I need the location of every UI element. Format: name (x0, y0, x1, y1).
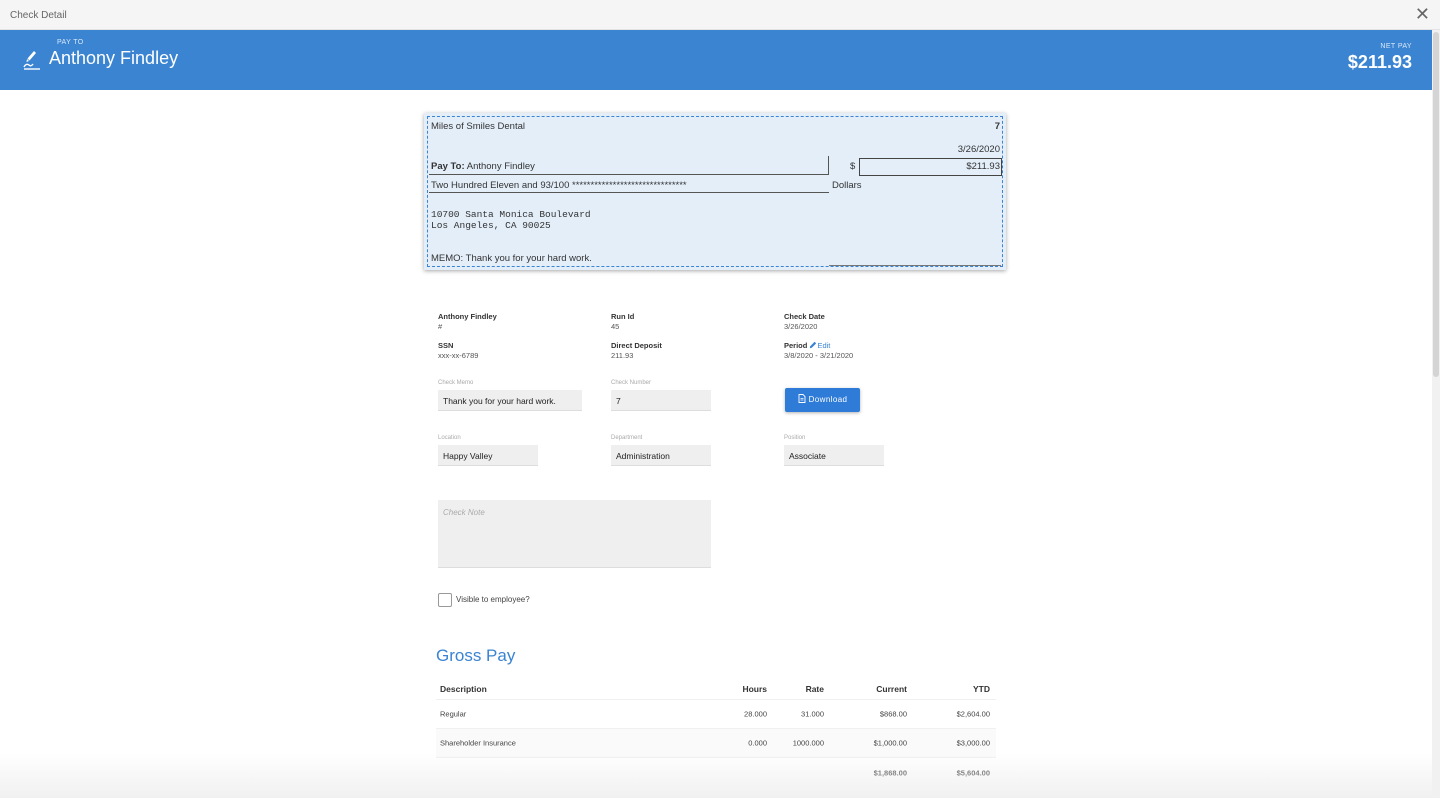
pay-header: PAY TO Anthony Findley NET PAY $211.93 (0, 30, 1432, 90)
position-field[interactable]: Associate (784, 445, 884, 466)
check-dollars-label: Dollars (832, 180, 862, 191)
check-amount-words: Two Hundred Eleven and 93/100 **********… (431, 180, 687, 191)
net-pay-label: NET PAY (1380, 43, 1412, 50)
address-line-2: Los Angeles, CA 90025 (431, 220, 551, 231)
location-label: Location (438, 435, 461, 441)
period-label: Period (784, 341, 808, 350)
row-current: $868.00 (879, 709, 907, 719)
row-description: Shareholder Insurance (440, 738, 516, 748)
col-ytd: YTD (973, 683, 990, 694)
ssn-label: SSN (438, 341, 454, 350)
check-number-label: Check Number (611, 380, 652, 386)
total-ytd: $5,604.00 (956, 768, 990, 777)
row-current: $1,000.00 (873, 738, 907, 748)
col-hours: Hours (742, 683, 767, 694)
close-icon[interactable]: ✕ (1415, 5, 1430, 23)
window-title: Check Detail (10, 10, 67, 21)
check-date: 3/26/2020 (957, 144, 1000, 155)
department-field[interactable]: Administration (611, 445, 711, 466)
period-edit-link[interactable]: Edit (809, 341, 830, 350)
check-number: 7 (994, 121, 1000, 132)
check-memo: MEMO: Thank you for your hard work. (431, 253, 592, 264)
signature-line (829, 265, 1001, 266)
table-row: Regular 28.000 31.000 $868.00 $2,604.00 (436, 700, 996, 729)
check-dollar-sign: $ (850, 161, 856, 172)
row-description: Regular (440, 709, 467, 719)
direct-deposit-value: 211.93 (611, 351, 634, 360)
check-pay-to-name: Anthony Findley (466, 161, 535, 172)
check-company: Miles of Smiles Dental (431, 121, 525, 132)
check-pay-to-label: Pay To: (431, 161, 465, 172)
department-label: Department (611, 435, 643, 441)
check-address: 10700 Santa Monica Boulevard Los Angeles,… (431, 209, 591, 231)
amount-words-line (429, 192, 829, 193)
check-date-label: Check Date (784, 312, 825, 321)
check-memo-label: Check Memo (438, 380, 474, 386)
check-signing-icon (23, 51, 40, 70)
check-memo-field[interactable]: Thank you for your hard work. (438, 390, 582, 411)
pay-to-name: Anthony Findley (49, 48, 179, 68)
col-rate: Rate (805, 683, 824, 694)
check-note-textarea[interactable]: Check Note (438, 500, 711, 568)
row-hours: 0.000 (748, 738, 767, 748)
ssn-value: xxx-xx-6789 (438, 351, 479, 360)
col-current: Current (876, 683, 907, 694)
run-id-label: Run Id (611, 312, 635, 321)
period-edit-label: Edit (817, 341, 831, 350)
period-value: 3/8/2020 - 3/21/2020 (784, 351, 854, 360)
check-date-value: 3/26/2020 (784, 322, 818, 331)
check-pay-to: Pay To: Anthony Findley (431, 161, 535, 172)
row-rate: 31.000 (801, 709, 824, 719)
period-header: Period Edit (784, 341, 830, 350)
visible-to-employee-checkbox[interactable] (438, 593, 452, 607)
row-rate: 1000.000 (792, 738, 824, 748)
check-amount: $211.93 (966, 161, 1000, 172)
download-button[interactable]: Download (785, 388, 860, 412)
scrollbar[interactable] (1432, 30, 1440, 798)
run-id-value: 45 (611, 322, 620, 331)
col-description: Description (440, 683, 487, 694)
total-current: $1,868.00 (873, 768, 907, 777)
document-icon (798, 394, 806, 403)
row-ytd: $2,604.00 (956, 709, 990, 719)
row-ytd: $3,000.00 (956, 738, 990, 748)
download-label: Download (808, 395, 848, 404)
gross-pay-title: Gross Pay (436, 646, 516, 665)
location-field[interactable]: Happy Valley (438, 445, 538, 466)
address-line-1: 10700 Santa Monica Boulevard (431, 209, 591, 220)
net-pay-value: $211.93 (1347, 52, 1412, 72)
row-hours: 28.000 (744, 709, 767, 719)
table-total-row: $1,868.00 $5,604.00 (436, 758, 996, 787)
direct-deposit-label: Direct Deposit (611, 341, 662, 350)
employee-name: Anthony Findley (438, 312, 497, 321)
table-row: Shareholder Insurance 0.000 1000.000 $1,… (436, 729, 996, 758)
title-bar: Check Detail ✕ (0, 0, 1440, 30)
table-header-row: Description Hours Rate Current YTD (436, 678, 996, 700)
check-number-field[interactable]: 7 (611, 390, 711, 411)
gross-pay-table: Description Hours Rate Current YTD Regul… (436, 678, 996, 787)
scrollbar-thumb[interactable] (1433, 32, 1439, 377)
visible-to-employee-label: Visible to employee? (456, 595, 530, 604)
check-preview: Miles of Smiles Dental 7 3/26/2020 Pay T… (424, 113, 1006, 270)
pay-to-label: PAY TO (57, 39, 84, 46)
position-label: Position (784, 435, 806, 441)
employee-number: # (438, 322, 443, 331)
